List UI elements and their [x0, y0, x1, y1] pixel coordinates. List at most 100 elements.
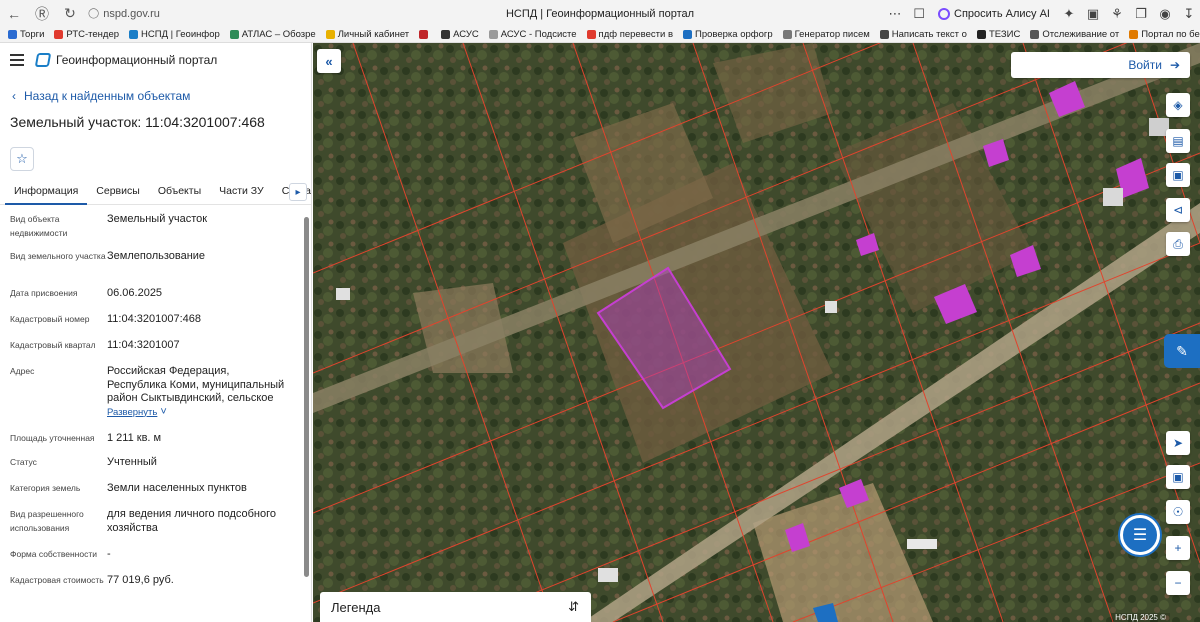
property-label: Кадастровый квартал	[10, 340, 96, 350]
bookmark-label: Генератор писем	[794, 29, 870, 40]
bookmark-favicon-icon	[879, 30, 889, 39]
print-button[interactable]: ⎙	[1166, 232, 1190, 256]
bookmark-item[interactable]: НСПД | Геоинфор	[129, 29, 220, 40]
tablet-icon[interactable]: ▣	[1082, 3, 1104, 25]
location-search-icon: ☉	[1172, 505, 1184, 519]
tab-3[interactable]: Объекты	[149, 181, 210, 205]
map-view[interactable]: « Войти ➔ ◈ ▤ ▣ ⊲ ⎙ ✎ ➤ ▣ ☉ + − ☰ Легенд…	[313, 43, 1200, 622]
select-area-button[interactable]: ▣	[1166, 163, 1190, 187]
map-copyright: НСПД 2025 ©	[1111, 613, 1170, 622]
star-icon: ☆	[16, 151, 28, 166]
property-value: -	[107, 548, 111, 560]
bookmark-label: ТЕЗИС	[988, 29, 1021, 40]
property-value: Землепользование	[107, 250, 206, 262]
legend-label: Легенда	[331, 599, 381, 615]
bookmark-item[interactable]: Генератор писем	[782, 29, 870, 40]
assistant-tab[interactable]: ✎	[1164, 334, 1200, 368]
bookmark-item[interactable]: Отслеживание от	[1030, 29, 1119, 40]
extension-icon[interactable]: ✦	[1058, 3, 1080, 25]
property-value-cell: Российская Федерация, Республика Коми, м…	[107, 365, 292, 419]
property-value: Земли населенных пунктов	[107, 482, 247, 494]
bookmark-label: АТЛАС – Обозре	[241, 29, 316, 40]
bookmark-item[interactable]: АСУС	[441, 29, 479, 40]
bookmark-label: Личный кабинет	[337, 29, 410, 40]
url-text: nspd.gov.ru	[103, 7, 160, 20]
login-button[interactable]: Войти ➔	[1011, 52, 1190, 78]
chat-button[interactable]: ☰	[1120, 515, 1160, 555]
bookmarks-bar: Торги РТС-тендер НСПД | Геоинфор АТЛАС – Об…	[0, 27, 1200, 43]
tab-4[interactable]: Части ЗУ	[210, 181, 273, 205]
more-icon[interactable]: ⋯	[884, 3, 906, 25]
yandex-icon[interactable]: Ⓡ	[28, 0, 56, 27]
info-tabs: ИнформацияСервисыОбъектыЧасти ЗУСостав▸	[0, 181, 311, 205]
address-bar[interactable]: ◯ nspd.gov.ru	[88, 4, 160, 24]
zoom-out-button[interactable]: −	[1166, 571, 1190, 595]
back-to-results-link[interactable]: ‹ Назад к найденным объектам	[12, 88, 311, 104]
bookmark-item[interactable]: Торги	[8, 29, 44, 40]
satellite-map[interactable]	[313, 43, 1200, 622]
property-value-cell: 06.06.2025	[107, 287, 292, 301]
property-label: Форма собственности	[10, 549, 97, 559]
bookmark-item[interactable]: АСУС - Подсисте	[488, 29, 577, 40]
tab-1[interactable]: Информация	[5, 181, 88, 205]
bookmark-item[interactable]: ТЕЗИС	[976, 29, 1021, 40]
tab-2[interactable]: Сервисы	[87, 181, 149, 205]
profile-icon[interactable]: ◉	[1154, 3, 1176, 25]
panel-scrollbar[interactable]	[304, 213, 310, 618]
geolocate-button[interactable]: ➤	[1166, 431, 1190, 455]
menu-icon[interactable]	[10, 54, 24, 66]
back-arrow-icon[interactable]: ←	[0, 0, 28, 27]
favorite-button[interactable]: ☆	[10, 147, 34, 171]
bookmark-item[interactable]: Личный кабинет	[325, 29, 410, 40]
bookmark-item[interactable]: Проверка орфогр	[683, 29, 773, 40]
reload-icon[interactable]: ↻	[56, 0, 84, 27]
chevron-down-icon: ˅	[157, 405, 167, 418]
bookmark-item[interactable]: РТС-тендер	[54, 29, 119, 40]
property-value-cell: 77 019,6 руб.	[107, 574, 292, 588]
legend-toggle[interactable]: Легенда ⇵	[320, 592, 591, 622]
portal-logo[interactable]: Геоинформационный портал	[34, 53, 217, 67]
bookmark-item[interactable]: пдф перевести в	[586, 29, 674, 40]
bookmark-item[interactable]	[419, 30, 431, 39]
logo-icon	[34, 53, 52, 67]
property-label: Статус	[10, 457, 37, 467]
share-button[interactable]: ⊲	[1166, 198, 1190, 222]
bookmark-item[interactable]: Написать текст о	[879, 29, 967, 40]
collections-icon[interactable]: ❐	[1130, 3, 1152, 25]
bookmark-favicon-icon	[129, 30, 139, 39]
puzzle-icon[interactable]: ⚘	[1106, 3, 1128, 25]
zoom-in-button[interactable]: +	[1166, 536, 1190, 560]
property-label: Вид разрешенного использования	[10, 509, 84, 533]
property-value-cell: Учтенный	[107, 456, 292, 470]
basemap-icon: ▣	[1172, 470, 1184, 484]
chevron-left-icon: ‹	[12, 89, 16, 103]
bookmark-item[interactable]: Портал по безопа	[1129, 29, 1200, 40]
bookmark-label: Портал по безопа	[1141, 29, 1200, 40]
property-row: Кадастровая стоимость 77 019,6 руб.	[10, 574, 311, 614]
double-chevron-left-icon: «	[325, 53, 333, 69]
layers-button[interactable]: ◈	[1166, 93, 1190, 117]
scrollbar-thumb[interactable]	[304, 217, 309, 577]
bookmark-favicon-icon	[8, 30, 17, 39]
bookmark-favicon-icon	[1030, 30, 1040, 39]
bookmark-favicon-icon	[325, 30, 335, 39]
tabs-next-button[interactable]: ▸	[289, 183, 307, 201]
bookmark-label: пдф перевести в	[598, 29, 674, 40]
bookmark-item[interactable]: АТЛАС – Обозре	[229, 29, 316, 40]
property-label: Категория земель	[10, 483, 81, 493]
basemap-button[interactable]: ▣	[1166, 465, 1190, 489]
bookmark-favicon-icon	[488, 30, 498, 39]
collapse-panel-button[interactable]: «	[317, 49, 341, 73]
minus-icon: −	[1174, 576, 1182, 590]
search-location-button[interactable]: ☉	[1166, 500, 1190, 524]
property-label: Площадь уточненная	[10, 433, 95, 443]
bookmark-label: АСУС	[453, 29, 479, 40]
download-icon[interactable]: ↧	[1178, 3, 1200, 25]
expand-address-link[interactable]: Развернуть	[107, 406, 157, 420]
bookmark-label: Написать текст о	[891, 29, 967, 40]
ask-alice-button[interactable]: Спросить Алису AI	[932, 4, 1056, 24]
properties-list: Вид объекта недвижимости Земельный участо…	[0, 205, 311, 614]
property-value-cell: Земли населенных пунктов	[107, 482, 292, 496]
measure-button[interactable]: ▤	[1166, 129, 1190, 153]
bookmark-icon[interactable]: ☐	[908, 3, 930, 25]
